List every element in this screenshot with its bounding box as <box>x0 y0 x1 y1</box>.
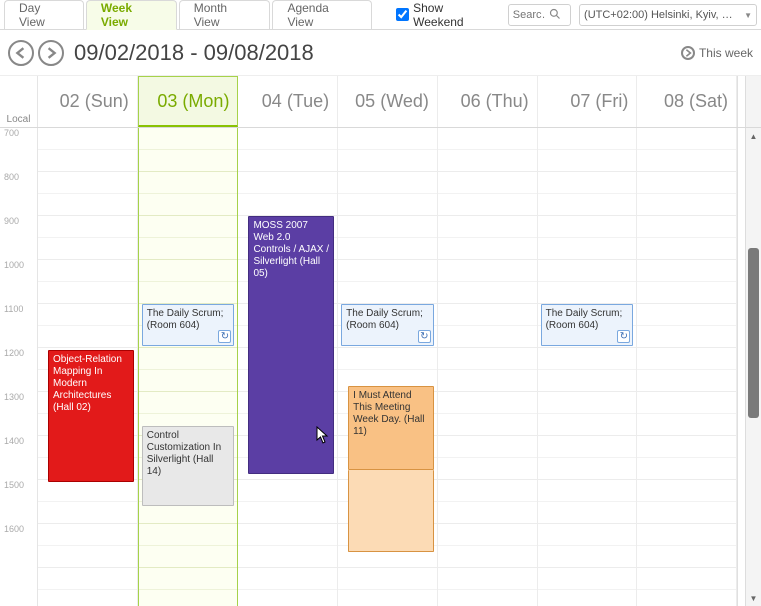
event-title: The Daily Scrum; (Room 604) <box>147 308 224 331</box>
event-status-stripe <box>48 351 49 481</box>
day-header-wed[interactable]: 05 (Wed) <box>338 76 438 127</box>
event-daily-scrum-mon[interactable]: The Daily Scrum; (Room 604) ↻ <box>142 304 235 346</box>
show-weekend-input[interactable] <box>396 8 409 21</box>
tab-week-view[interactable]: Week View <box>86 0 177 30</box>
timezone-gutter-header: Local <box>0 76 38 127</box>
target-icon <box>681 46 695 60</box>
recurrence-icon: ↻ <box>418 330 431 343</box>
day-header-sun[interactable]: 02 (Sun) <box>38 76 138 127</box>
day-col-tue[interactable]: MOSS 2007 Web 2.0 Controls / AJAX / Silv… <box>238 128 338 606</box>
tab-month-view[interactable]: Month View <box>179 0 271 29</box>
vertical-scrollbar[interactable]: ▲ ▼ <box>745 128 761 606</box>
day-header-fri[interactable]: 07 (Fri) <box>538 76 638 127</box>
event-daily-scrum-wed[interactable]: The Daily Scrum; (Room 604) ↻ <box>341 304 434 346</box>
hour-label: 1300 <box>0 392 37 402</box>
day-col-thu[interactable] <box>438 128 538 606</box>
day-header-tue[interactable]: 04 (Tue) <box>238 76 338 127</box>
recurrence-icon: ↻ <box>218 330 231 343</box>
search-icon[interactable] <box>549 8 563 23</box>
hour-label: 700 <box>0 128 37 138</box>
day-col-wed[interactable]: The Daily Scrum; (Room 604) ↻ I Must Att… <box>338 128 438 606</box>
chevron-down-icon: ▼ <box>740 11 752 20</box>
event-status-stripe <box>348 470 349 551</box>
tab-day-view[interactable]: Day View <box>4 0 84 29</box>
grid-columns: Object-Relation Mapping In Modern Archit… <box>38 128 737 606</box>
event-title: The Daily Scrum; (Room 604) <box>546 308 623 331</box>
tab-agenda-view[interactable]: Agenda View <box>272 0 372 29</box>
show-weekend-checkbox[interactable]: Show Weekend <box>390 0 502 29</box>
timezone-label: (UTC+02:00) Helsinki, Kyiv, Riga, <box>584 9 740 21</box>
hour-label: 1000 <box>0 260 37 270</box>
hour-label: 900 <box>0 216 37 226</box>
date-header: 09/02/2018 - 09/08/2018 This week <box>0 30 761 76</box>
day-col-sat[interactable] <box>637 128 737 606</box>
hour-label: 1100 <box>0 304 37 314</box>
event-title: The Daily Scrum; (Room 604) <box>346 308 423 331</box>
event-object-relation[interactable]: Object-Relation Mapping In Modern Archit… <box>48 350 134 482</box>
event-must-attend-meeting[interactable]: I Must Attend This Meeting Week Day. (Ha… <box>348 386 434 470</box>
event-title: I Must Attend This Meeting Week Day. (Ha… <box>353 390 424 437</box>
calendar-grid: 700 800 900 1000 1100 1200 1300 1400 150… <box>0 128 761 606</box>
event-status-stripe <box>248 217 249 473</box>
event-daily-scrum-fri[interactable]: The Daily Scrum; (Room 604) ↻ <box>541 304 634 346</box>
day-header-thu[interactable]: 06 (Thu) <box>438 76 538 127</box>
hour-label: 1600 <box>0 524 37 534</box>
this-week-button[interactable]: This week <box>681 46 753 60</box>
event-status-stripe <box>348 387 349 469</box>
main-toolbar: Day View Week View Month View Agenda Vie… <box>0 0 761 30</box>
day-col-fri[interactable]: The Daily Scrum; (Room 604) ↻ <box>538 128 638 606</box>
hour-label: 800 <box>0 172 37 182</box>
scrollbar-thumb[interactable] <box>748 248 759 418</box>
prev-week-button[interactable] <box>8 40 34 66</box>
show-weekend-label: Show Weekend <box>413 1 496 29</box>
event-must-attend-meeting-tail[interactable] <box>348 470 434 552</box>
day-header-mon[interactable]: 03 (Mon) <box>138 76 239 127</box>
next-week-button[interactable] <box>38 40 64 66</box>
event-moss-2007[interactable]: MOSS 2007 Web 2.0 Controls / AJAX / Silv… <box>248 216 334 474</box>
hour-label: 1500 <box>0 480 37 490</box>
event-title: MOSS 2007 Web 2.0 Controls / AJAX / Silv… <box>253 220 329 279</box>
day-header-row: Local 02 (Sun) 03 (Mon) 04 (Tue) 05 (Wed… <box>0 76 761 128</box>
time-gutter: 700 800 900 1000 1100 1200 1300 1400 150… <box>0 128 38 606</box>
calendar: Local 02 (Sun) 03 (Mon) 04 (Tue) 05 (Wed… <box>0 76 761 606</box>
this-week-label: This week <box>699 46 753 60</box>
scroll-up-icon[interactable]: ▲ <box>746 128 761 144</box>
recurrence-icon: ↻ <box>617 330 630 343</box>
timezone-select[interactable]: (UTC+02:00) Helsinki, Kyiv, Riga, ▼ <box>579 4 757 26</box>
search-input[interactable] <box>509 9 549 21</box>
event-title: Control Customization In Silverlight (Ha… <box>147 430 221 477</box>
event-title: Object-Relation Mapping In Modern Archit… <box>53 354 122 413</box>
day-col-sun[interactable]: Object-Relation Mapping In Modern Archit… <box>38 128 138 606</box>
event-control-customization[interactable]: Control Customization In Silverlight (Ha… <box>142 426 235 506</box>
day-header-sat[interactable]: 08 (Sat) <box>637 76 737 127</box>
date-range-label: 09/02/2018 - 09/08/2018 <box>74 40 314 66</box>
hour-label: 1200 <box>0 348 37 358</box>
grid-gap <box>737 128 745 606</box>
search-box[interactable] <box>508 4 571 26</box>
scroll-down-icon[interactable]: ▼ <box>746 590 761 606</box>
hour-label: 1400 <box>0 436 37 446</box>
day-col-mon[interactable]: The Daily Scrum; (Room 604) ↻ Control Cu… <box>138 128 239 606</box>
